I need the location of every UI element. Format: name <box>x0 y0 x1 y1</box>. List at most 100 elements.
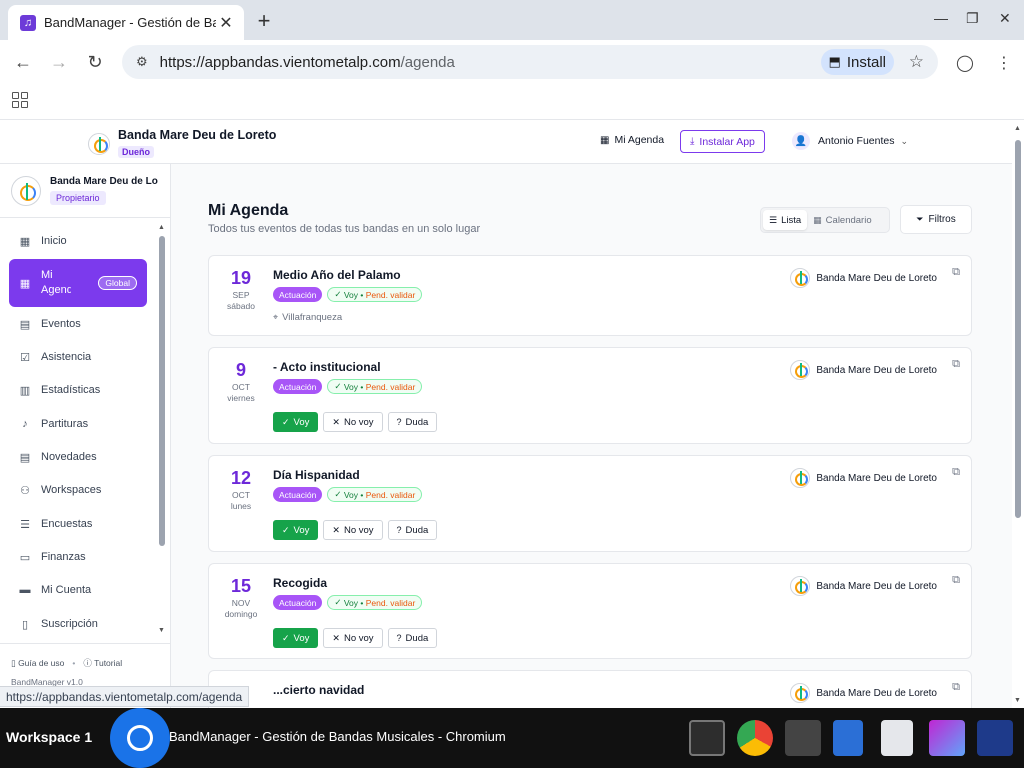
users-icon: ⚇ <box>20 484 30 497</box>
header-agenda-link[interactable]: ▦ Mi Agenda <box>600 134 664 146</box>
install-app-chip[interactable]: ⬒ Install <box>820 49 894 75</box>
guide-link[interactable]: ▯ Guía de uso <box>11 658 64 669</box>
close-window-icon[interactable]: ✕ <box>999 10 1011 27</box>
attend-maybe-button[interactable]: ? Duda <box>387 628 438 648</box>
forward-icon[interactable]: → <box>48 52 70 73</box>
menu-dots-icon[interactable]: ⋮ <box>996 53 1012 73</box>
event-card[interactable]: 15 NOV domingo Recogida Actuación ✓ Voy … <box>208 563 972 659</box>
help-circle-icon: ? <box>396 633 402 643</box>
help-circle-icon: ? <box>396 525 402 535</box>
bookmark-star-icon[interactable]: ☆ <box>909 52 924 72</box>
sidebar-item-estadisticas[interactable]: ▥ Estadísticas <box>9 375 147 405</box>
status-bar-url: https://appbandas.vientometalp.com/agend… <box>0 686 250 707</box>
event-card[interactable]: 12 OCT lunes Día Hispanidad Actuación ✓ … <box>208 455 972 552</box>
sidebar-scroll-thumb[interactable] <box>159 236 165 546</box>
band-logo-icon <box>790 468 811 488</box>
image-viewer-icon[interactable] <box>929 720 965 756</box>
bookmarks-bar <box>0 85 1024 120</box>
document-viewer-icon[interactable] <box>881 720 913 756</box>
external-link-icon[interactable]: ⧉ <box>952 681 960 694</box>
external-link-icon[interactable]: ⧉ <box>952 266 960 279</box>
chrome-icon[interactable] <box>737 720 773 756</box>
page-subtitle: Todos tus eventos de todas tus bandas en… <box>208 223 481 235</box>
attend-yes-button[interactable]: ✓ Voy <box>273 412 319 432</box>
install-app-button[interactable]: ⤓ Instalar App <box>680 130 765 153</box>
attend-maybe-button[interactable]: ? Duda <box>387 412 438 432</box>
sidebar-item-workspaces[interactable]: ⚇ Workspaces <box>9 475 147 505</box>
chevron-down-icon: ⌄ <box>900 135 909 146</box>
sidebar-item-encuestas[interactable]: ☰ Encuestas <box>9 509 147 539</box>
header-brand[interactable]: Banda Mare Deu de Loreto Dueño <box>88 128 276 160</box>
tutorial-link[interactable]: ⓘ Tutorial <box>83 657 122 669</box>
file-manager-icon[interactable] <box>833 720 863 756</box>
back-icon[interactable]: ← <box>12 52 34 73</box>
workspace-label[interactable]: Workspace 1 <box>6 729 92 745</box>
sidebar-item-novedades[interactable]: ▤ Novedades <box>9 442 147 472</box>
calendar-icon: ▦ <box>600 134 610 146</box>
attend-no-button[interactable]: ✕ No voy <box>323 628 383 648</box>
event-title[interactable]: Recogida <box>273 576 327 590</box>
page-scrollbar[interactable]: ▲ ▼ <box>1012 121 1024 708</box>
user-menu[interactable]: 👤 Antonio Fuentes ⌄ <box>792 132 908 150</box>
attend-maybe-button[interactable]: ? Duda <box>387 520 438 540</box>
credit-card-icon: ▬ <box>19 584 31 596</box>
sidebar-item-suscripcion[interactable]: ▯ Suscripción <box>9 609 147 639</box>
sidebar-item-finanzas[interactable]: ▭ Finanzas <box>9 542 147 572</box>
sidebar-item-inicio[interactable]: ▦ Inicio <box>9 226 147 256</box>
workspace-switcher[interactable]: Banda Mare Deu de Loreto Propietario <box>0 164 170 218</box>
band-logo-icon <box>790 268 811 288</box>
app-header: Banda Mare Deu de Loreto Dueño ▦ Mi Agen… <box>0 121 1012 164</box>
attend-no-button[interactable]: ✕ No voy <box>323 412 383 432</box>
page-scroll-thumb[interactable] <box>1015 140 1021 518</box>
event-date: 15 NOV domingo <box>224 576 258 619</box>
sidebar-item-mi-cuenta[interactable]: ▬ Mi Cuenta <box>9 575 147 605</box>
workspace-logo-icon <box>11 175 41 206</box>
url-text: https://appbandas.vientometalp.com/agend… <box>159 53 455 71</box>
event-card[interactable]: ...cierto navidad Banda Mare Deu de Lore… <box>208 670 972 708</box>
taskbar-window-title[interactable]: BandManager - Gestión de Bandas Musicale… <box>169 729 506 744</box>
browser-tab[interactable]: ♫ BandManager - Gestión de Bandas Musica… <box>8 5 244 40</box>
chromium-icon[interactable] <box>110 708 170 768</box>
sidebar-item-asistencia[interactable]: ☑ Asistencia <box>9 342 147 372</box>
event-title[interactable]: - Acto institucional <box>273 360 381 374</box>
event-title[interactable]: Día Hispanidad <box>273 468 360 482</box>
external-link-icon[interactable]: ⧉ <box>952 574 960 587</box>
external-link-icon[interactable]: ⧉ <box>952 358 960 371</box>
scroll-down-icon[interactable]: ▼ <box>158 627 165 634</box>
attend-yes-button[interactable]: ✓ Voy <box>273 520 319 540</box>
header-band-name: Banda Mare Deu de Loreto <box>118 128 277 142</box>
event-title[interactable]: ...cierto navidad <box>273 683 364 697</box>
view-calendar-button[interactable]: ▦ Calendario <box>807 210 877 230</box>
scroll-up-icon[interactable]: ▲ <box>158 224 165 231</box>
sidebar-item-mi-agenda[interactable]: ▦ Mi Agenda Global <box>9 259 147 307</box>
restore-icon[interactable]: ❐ <box>966 10 979 27</box>
x-icon: ✕ <box>332 416 340 427</box>
event-title[interactable]: Medio Año del Palamo <box>273 268 401 282</box>
event-band: Banda Mare Deu de Loreto <box>790 468 937 488</box>
address-bar[interactable]: ⚙ https://appbandas.vientometalp.com/age… <box>122 45 938 79</box>
calculator-icon[interactable] <box>977 720 1013 756</box>
external-link-icon[interactable]: ⧉ <box>952 466 960 479</box>
scroll-up-icon[interactable]: ▲ <box>1014 125 1021 132</box>
event-card[interactable]: 19 SEP sábado Medio Año del Palamo Actua… <box>208 255 972 336</box>
event-type-badge: Actuación <box>273 287 323 302</box>
sidebar-item-eventos[interactable]: ▤ Eventos <box>9 309 147 339</box>
sidebar-item-partituras[interactable]: ♪ Partituras <box>9 409 147 439</box>
text-editor-icon[interactable] <box>785 720 821 756</box>
calendar-icon: ▦ <box>19 277 31 290</box>
reload-icon[interactable]: ↻ <box>84 52 106 73</box>
minimize-icon[interactable]: — <box>934 10 948 26</box>
new-tab-icon[interactable]: + <box>252 8 276 34</box>
attend-no-button[interactable]: ✕ No voy <box>323 520 383 540</box>
filters-button[interactable]: ⏷ Filtros <box>900 205 972 234</box>
attend-yes-button[interactable]: ✓ Voy <box>273 628 319 648</box>
scroll-down-icon[interactable]: ▼ <box>1014 697 1021 704</box>
site-info-icon[interactable]: ⚙ <box>136 54 148 70</box>
sidebar-scrollbar[interactable]: ▲ ▼ <box>158 224 166 634</box>
view-list-button[interactable]: ☰ Lista <box>763 210 808 230</box>
profile-icon[interactable]: ◯ <box>956 53 974 73</box>
apps-grid-icon[interactable] <box>12 92 28 108</box>
close-tab-icon[interactable]: ✕ <box>216 13 236 33</box>
event-card[interactable]: 9 OCT viernes - Acto institucional Actua… <box>208 347 972 444</box>
terminal-icon[interactable] <box>689 720 725 756</box>
